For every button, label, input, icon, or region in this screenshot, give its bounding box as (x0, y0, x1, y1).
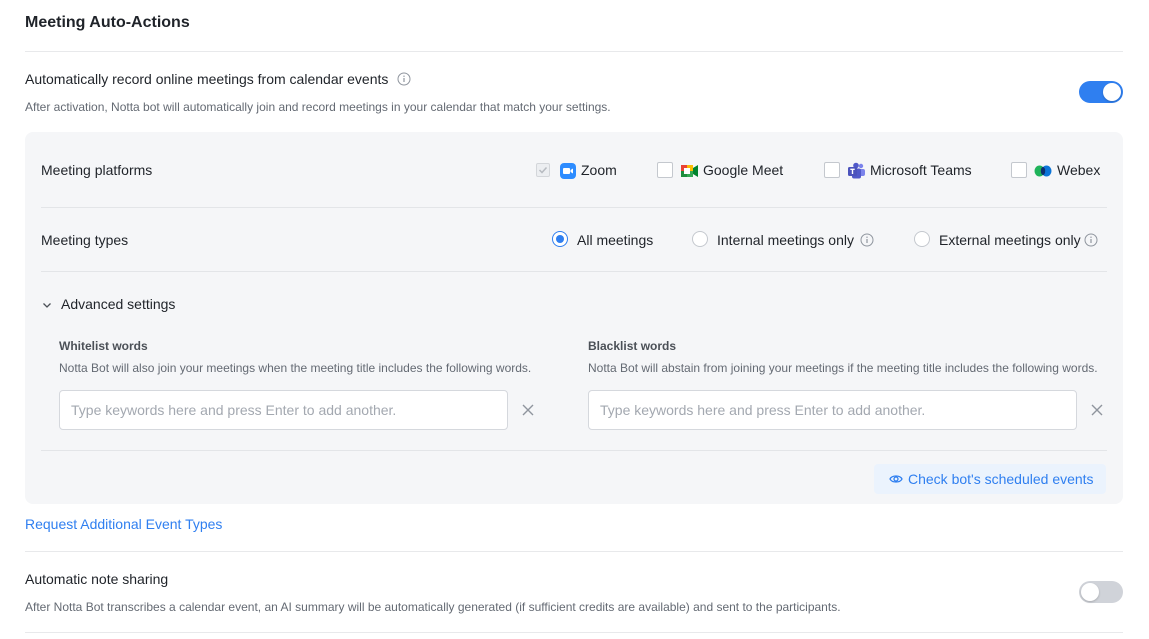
close-icon[interactable] (1090, 403, 1104, 422)
advanced-settings-label: Advanced settings (61, 296, 176, 312)
meeting-types-label: Meeting types (41, 232, 129, 248)
external-meetings-label: External meetings only (939, 232, 1081, 248)
webex-icon (1034, 164, 1052, 183)
auto-record-title-row: Automatically record online meetings fro… (25, 71, 411, 89)
microsoft-teams-checkbox[interactable] (824, 162, 840, 178)
zoom-checkbox[interactable] (536, 163, 550, 177)
google-meet-label: Google Meet (703, 162, 784, 178)
info-icon[interactable] (860, 233, 874, 252)
webex-checkbox[interactable] (1011, 162, 1027, 178)
meeting-platforms-label: Meeting platforms (41, 162, 153, 178)
auto-record-title: Automatically record online meetings fro… (25, 71, 389, 87)
info-icon[interactable] (1084, 233, 1098, 252)
panel-divider (41, 271, 1107, 272)
divider (25, 551, 1123, 552)
external-meetings-radio[interactable] (914, 231, 930, 247)
internal-meetings-label: Internal meetings only (717, 232, 854, 248)
microsoft-teams-icon (848, 162, 866, 185)
whitelist-description: Notta Bot will also join your meetings w… (59, 361, 532, 375)
note-sharing-description: After Notta Bot transcribes a calendar e… (25, 600, 841, 614)
note-sharing-title: Automatic note sharing (25, 571, 169, 587)
divider (25, 632, 1123, 633)
check-scheduled-events-button[interactable]: Check bot's scheduled events (874, 464, 1106, 494)
google-meet-icon (681, 163, 699, 184)
panel-divider (41, 450, 1107, 451)
all-meetings-radio[interactable] (552, 231, 568, 247)
webex-label: Webex (1057, 162, 1101, 178)
whitelist-title: Whitelist words (59, 339, 148, 353)
internal-meetings-radio[interactable] (692, 231, 708, 247)
toggle-knob (1103, 83, 1121, 101)
request-event-types-link[interactable]: Request Additional Event Types (25, 516, 222, 532)
check-scheduled-events-label: Check bot's scheduled events (908, 471, 1094, 487)
microsoft-teams-label: Microsoft Teams (870, 162, 972, 178)
section-title: Meeting Auto-Actions (25, 14, 190, 31)
zoom-icon (560, 163, 576, 184)
close-icon[interactable] (521, 403, 535, 422)
blacklist-description: Notta Bot will abstain from joining your… (588, 361, 1098, 375)
blacklist-input[interactable] (588, 390, 1077, 430)
eye-icon (889, 472, 903, 489)
auto-record-toggle[interactable] (1079, 81, 1123, 103)
blacklist-title: Blacklist words (588, 339, 677, 353)
panel-divider (41, 207, 1107, 208)
toggle-knob (1081, 583, 1099, 601)
whitelist-input[interactable] (59, 390, 508, 430)
chevron-down-icon (41, 298, 53, 316)
divider (25, 51, 1123, 52)
note-sharing-toggle[interactable] (1079, 581, 1123, 603)
zoom-label: Zoom (581, 162, 617, 178)
google-meet-checkbox[interactable] (657, 162, 673, 178)
auto-record-description: After activation, Notta bot will automat… (25, 100, 611, 114)
auto-record-settings-panel: Meeting platforms Zoom Google Meet Micro… (25, 132, 1123, 504)
all-meetings-label: All meetings (577, 232, 654, 248)
info-icon[interactable] (397, 72, 411, 89)
